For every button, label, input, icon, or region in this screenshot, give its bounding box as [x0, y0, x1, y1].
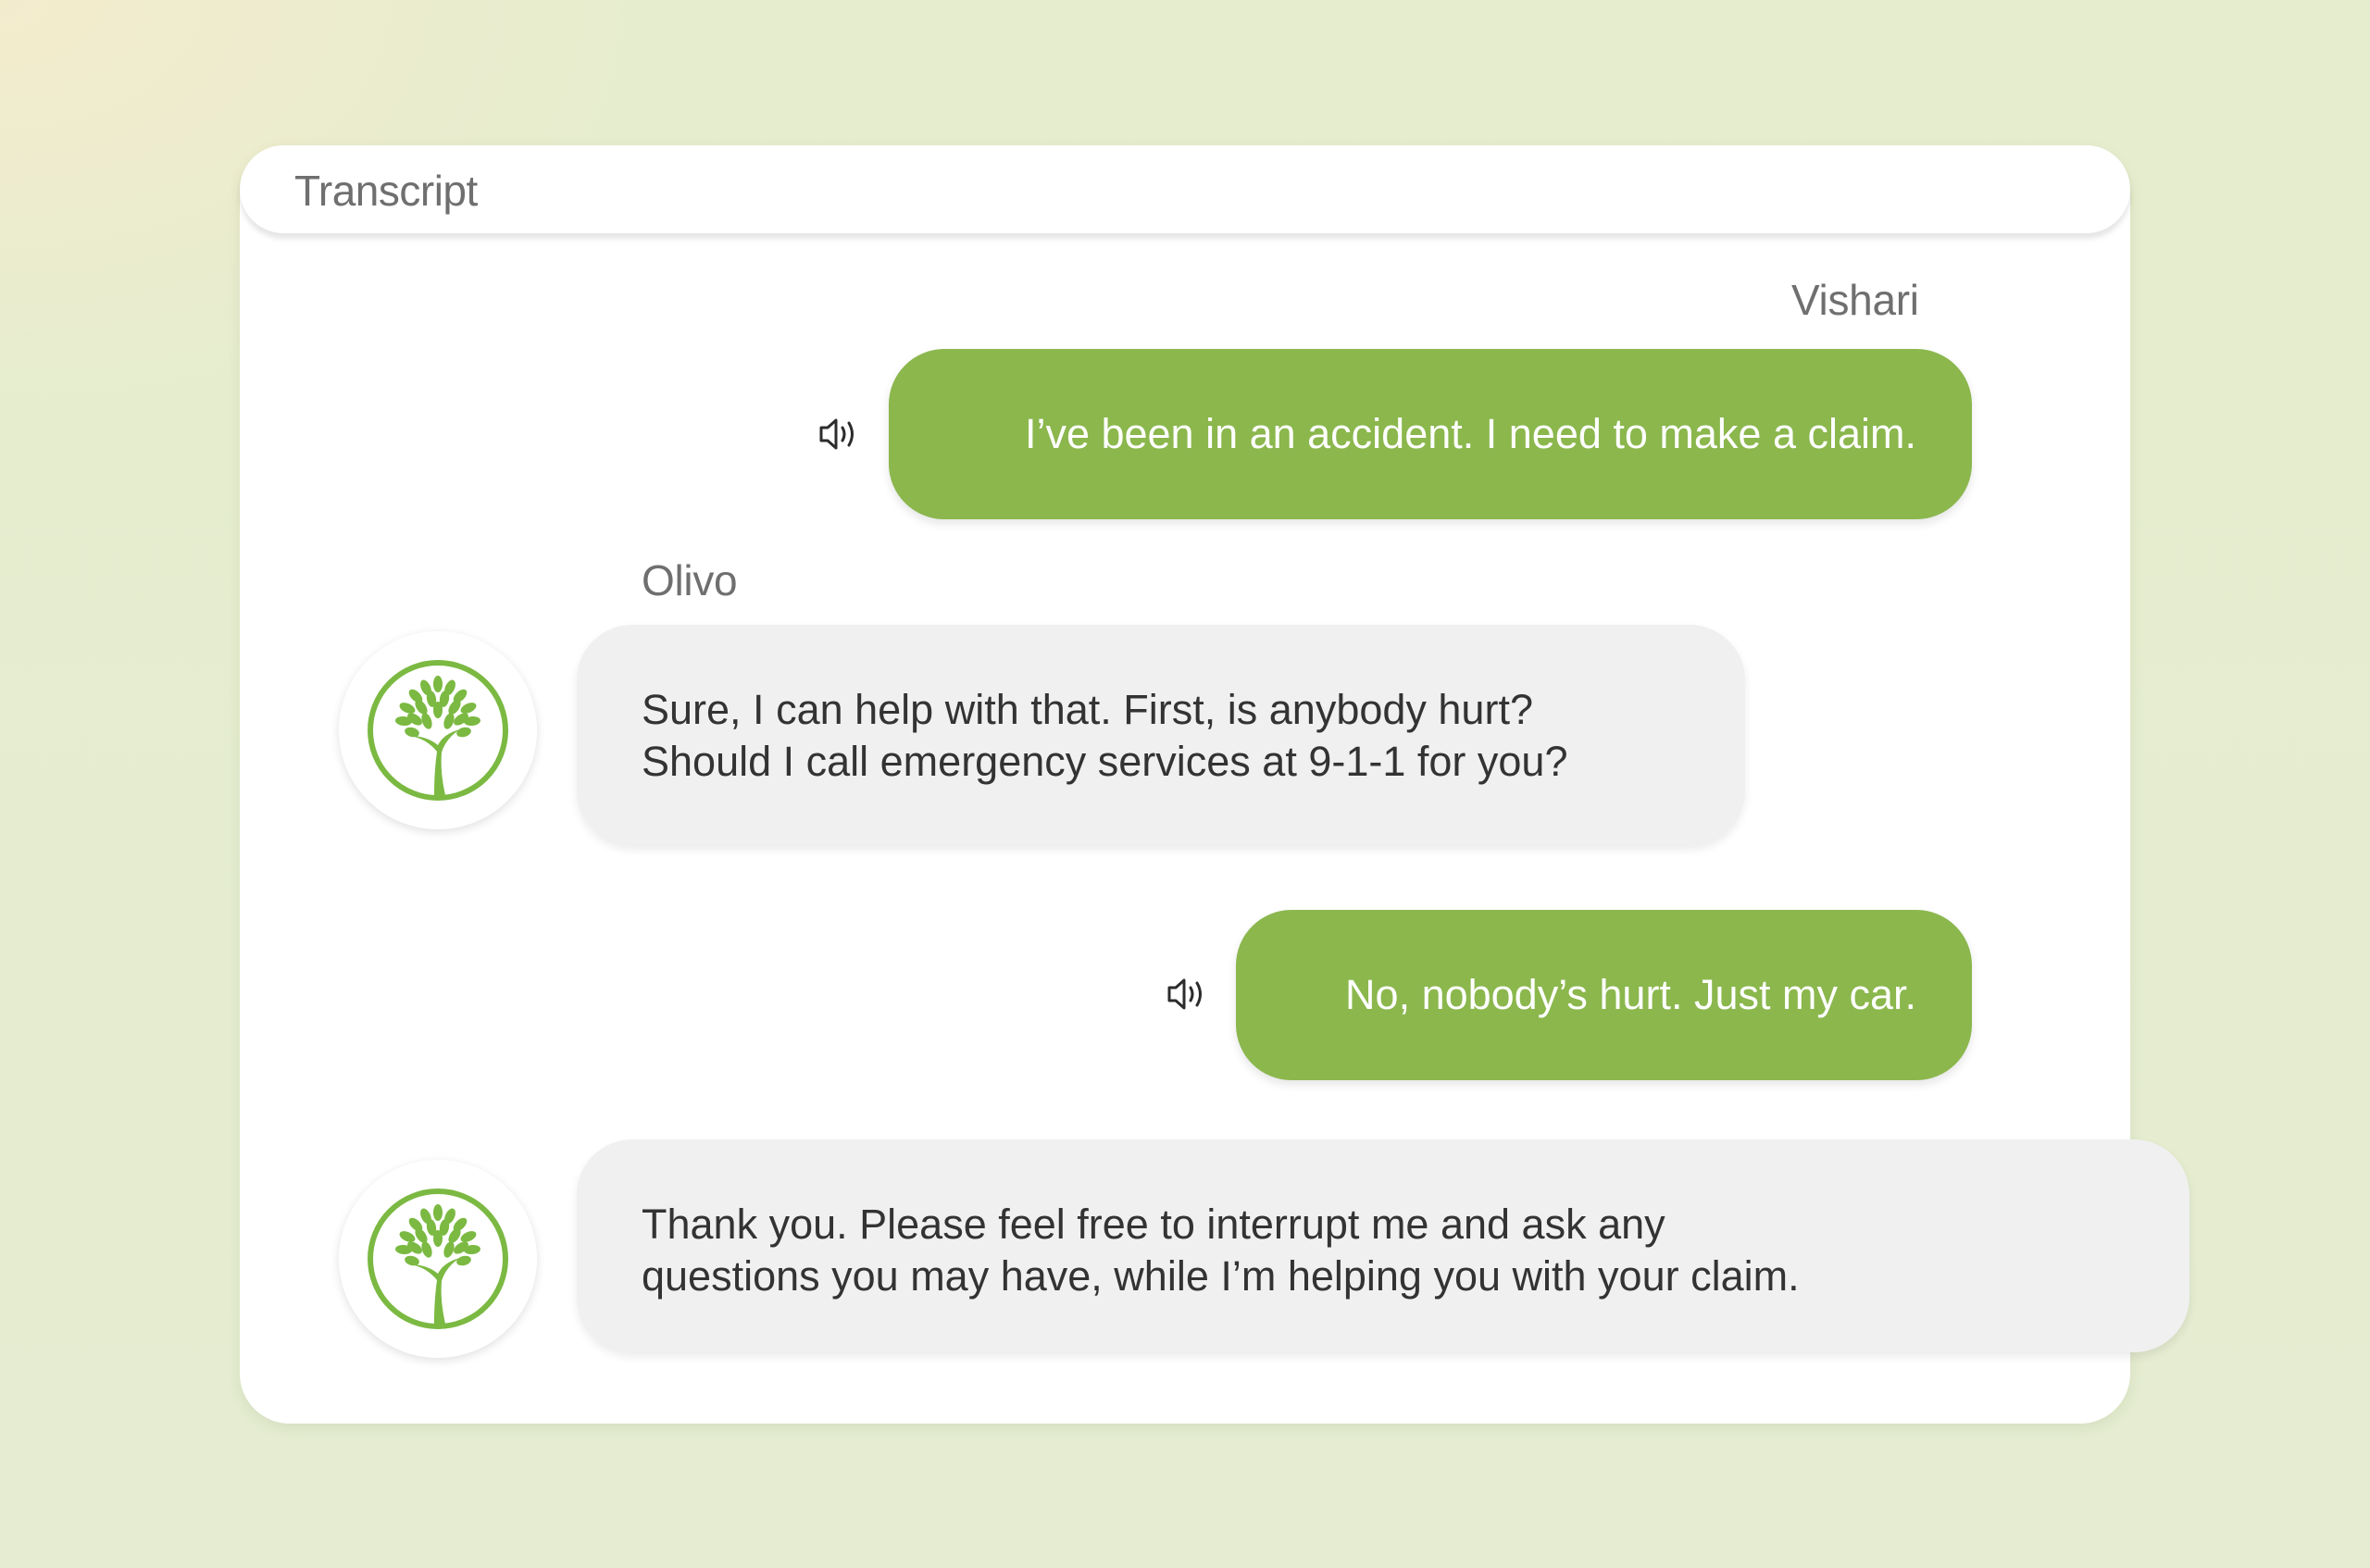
speaker-audio-icon[interactable]: [1164, 972, 1208, 1016]
transcript-title: Transcript: [294, 167, 478, 215]
user-message-bubble: No, nobody’s hurt. Just my car.: [1236, 910, 1972, 1080]
transcript-header: Transcript: [240, 145, 2130, 233]
user-message-text: No, nobody’s hurt. Just my car.: [1345, 971, 1916, 1018]
agent-avatar: [339, 631, 537, 829]
tree-logo-icon: [368, 660, 508, 801]
speaker-name-olivo: Olivo: [642, 556, 738, 604]
agent-avatar: [339, 1160, 537, 1358]
agent-message-text: Thank you. Please feel free to interrupt…: [642, 1201, 1800, 1300]
agent-message-bubble: Sure, I can help with that. First, is an…: [577, 625, 1745, 845]
agent-message-bubble: Thank you. Please feel free to interrupt…: [577, 1139, 2189, 1352]
transcript-panel: Transcript Vishari I’ve been in an accid…: [240, 145, 2189, 1424]
user-message-text: I’ve been in an accident. I need to make…: [1024, 410, 1916, 457]
tree-logo-icon: [368, 1188, 508, 1329]
user-message-bubble: I’ve been in an accident. I need to make…: [889, 349, 1972, 519]
speaker-name-vishari: Vishari: [1791, 276, 1919, 324]
agent-message-text: Sure, I can help with that. First, is an…: [642, 686, 1568, 785]
speaker-audio-icon[interactable]: [816, 412, 860, 456]
